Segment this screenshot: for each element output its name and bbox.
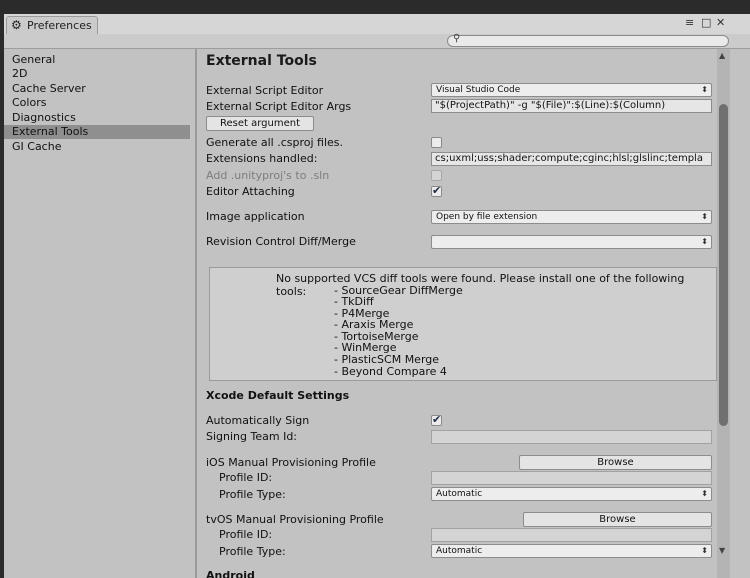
tvos-profile-id-label: Profile ID:: [219, 528, 273, 541]
android-section-header: Android: [206, 569, 255, 578]
image-application-value: Open by file extension: [436, 212, 538, 222]
ios-profile-type-dropdown[interactable]: Automatic ⬍: [431, 487, 712, 501]
script-editor-dropdown[interactable]: Visual Studio Code ⬍: [431, 83, 712, 97]
sidebar-item-diagnostics[interactable]: Diagnostics: [4, 111, 190, 125]
sidebar-item-general[interactable]: General: [4, 53, 190, 67]
tvos-profile-type-dropdown[interactable]: Automatic ⬍: [431, 544, 712, 558]
add-unityproj-checkbox: [431, 170, 442, 181]
dropdown-arrow-icon: ⬍: [701, 489, 708, 498]
dropdown-arrow-icon: ⬍: [701, 546, 708, 555]
script-editor-args-input[interactable]: "$(ProjectPath)" -g "$(File)":$(Line):$(…: [431, 99, 712, 113]
sidebar-item-external-tools[interactable]: External Tools: [4, 125, 190, 139]
sidebar: General 2D Cache Server Colors Diagnosti…: [4, 49, 194, 578]
ios-browse-button[interactable]: Browse: [519, 455, 712, 470]
signing-team-input[interactable]: [431, 430, 712, 444]
script-editor-value: Visual Studio Code: [436, 85, 521, 95]
extensions-label: Extensions handled:: [206, 152, 318, 165]
tvos-profile-type-value: Automatic: [436, 546, 483, 556]
dropdown-arrow-icon: ⬍: [701, 85, 708, 94]
extensions-input[interactable]: cs;uxml;uss;shader;compute;cginc;hlsl;gl…: [431, 152, 712, 166]
dropdown-arrow-icon: ⬍: [701, 237, 708, 246]
generate-csproj-label: Generate all .csproj files.: [206, 136, 344, 149]
reset-argument-button[interactable]: Reset argument: [206, 116, 314, 131]
add-unityproj-label: Add .unityproj's to .sln: [206, 169, 330, 182]
sidebar-item-2d[interactable]: 2D: [4, 67, 190, 81]
ios-profile-type-value: Automatic: [436, 489, 483, 499]
menu-icon[interactable]: ≡: [685, 16, 694, 29]
tvos-profile-type-label: Profile Type:: [219, 545, 286, 558]
sidebar-item-colors[interactable]: Colors: [4, 96, 190, 110]
tvos-browse-button[interactable]: Browse: [523, 512, 712, 527]
page-title: External Tools: [206, 53, 317, 69]
search-input[interactable]: ⚲: [447, 33, 729, 47]
revision-control-dropdown[interactable]: ⬍: [431, 235, 712, 249]
tvos-profile-id-input[interactable]: [431, 528, 712, 542]
ios-profile-id-input[interactable]: [431, 471, 712, 485]
revision-control-label: Revision Control Diff/Merge: [206, 235, 356, 248]
tvos-profile-label: tvOS Manual Provisioning Profile: [206, 513, 384, 526]
external-tools-panel: External Tools External Script Editor Vi…: [197, 49, 750, 578]
preferences-tab[interactable]: ⚙ Preferences: [6, 16, 98, 34]
script-editor-label: External Script Editor: [206, 84, 324, 97]
editor-attaching-label: Editor Attaching: [206, 185, 295, 198]
checkmark-icon: ✔: [432, 413, 442, 426]
window-title: Preferences: [27, 19, 92, 32]
vcs-help-box: No supported VCS diff tools were found. …: [209, 267, 717, 381]
dropdown-arrow-icon: ⬍: [701, 212, 708, 221]
ios-profile-id-label: Profile ID:: [219, 471, 273, 484]
ios-profile-type-label: Profile Type:: [219, 488, 286, 501]
gear-icon: ⚙: [11, 18, 22, 32]
image-application-label: Image application: [206, 210, 305, 223]
editor-attaching-checkbox[interactable]: ✔: [431, 184, 442, 197]
xcode-section-header: Xcode Default Settings: [206, 389, 350, 402]
vcs-tool-item: - Beyond Compare 4: [334, 365, 447, 378]
script-editor-args-label: External Script Editor Args: [206, 100, 352, 113]
auto-sign-checkbox[interactable]: ✔: [431, 413, 442, 426]
image-application-dropdown[interactable]: Open by file extension ⬍: [431, 210, 712, 224]
search-icon: ⚲: [453, 33, 461, 44]
maximize-icon[interactable]: □: [701, 16, 711, 29]
scroll-down-icon[interactable]: ▼: [719, 546, 725, 555]
checkmark-icon: ✔: [432, 184, 442, 197]
generate-csproj-checkbox[interactable]: [431, 137, 442, 148]
preferences-window: ⚙ Preferences ≡ □ ✕ ⚲ General 2D Cache S…: [4, 14, 750, 578]
close-icon[interactable]: ✕: [716, 16, 725, 29]
ios-profile-label: iOS Manual Provisioning Profile: [206, 456, 376, 469]
title-bar: ⚙ Preferences ≡ □ ✕: [4, 14, 750, 34]
scroll-up-icon[interactable]: ▲: [719, 51, 725, 60]
auto-sign-label: Automatically Sign: [206, 414, 310, 427]
sidebar-item-gi-cache[interactable]: GI Cache: [4, 140, 190, 154]
sidebar-item-cache-server[interactable]: Cache Server: [4, 82, 190, 96]
scrollbar-thumb[interactable]: [719, 104, 728, 426]
signing-team-label: Signing Team Id:: [206, 430, 298, 443]
